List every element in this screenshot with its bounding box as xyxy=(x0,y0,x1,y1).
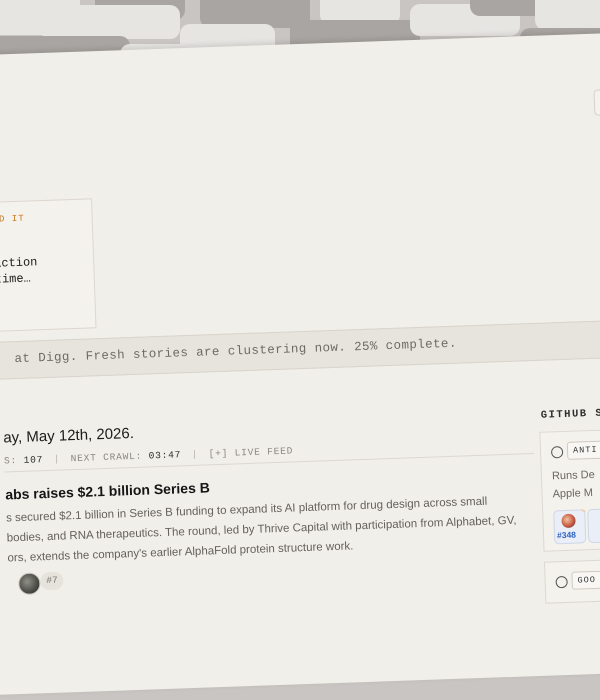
live-feed-toggle[interactable]: [+] LIVE FEED xyxy=(208,445,293,459)
feed-date: ay, May 12th, 2026. xyxy=(2,424,135,447)
github-section-heading: GITHUB S xyxy=(540,407,600,422)
github-repo-card[interactable]: ANTI Runs De Apple M ★ #348 xyxy=(539,427,600,552)
stories-count: 107 xyxy=(23,454,44,466)
summary-line: s xyxy=(0,241,1,255)
summary-line: action xyxy=(0,255,38,271)
pull-request-chip[interactable] xyxy=(587,508,600,544)
story-title[interactable]: abs raises $2.1 billion Series B xyxy=(5,479,210,502)
summary-card[interactable]: ED IT s action time… xyxy=(0,198,97,332)
next-crawl-timer: 03:47 xyxy=(148,449,182,462)
next-crawl-label: NEXT CRAWL: xyxy=(70,450,143,465)
repo-tag: ANTI xyxy=(566,440,600,460)
repo-description-line: Apple M xyxy=(552,486,594,501)
contributor-avatar xyxy=(561,513,576,529)
github-repo-card[interactable]: GOO xyxy=(543,557,600,604)
summary-line: time… xyxy=(0,271,32,287)
page-sheet: ED IT s action time… at Digg. Fresh stor… xyxy=(0,29,600,700)
source-avatar xyxy=(18,572,41,596)
pull-request-chip[interactable]: #348 xyxy=(553,509,587,545)
status-text: at Digg. Fresh stories are clustering no… xyxy=(14,336,457,367)
repo-tag: GOO xyxy=(571,570,600,590)
story-rank-badge: #7 xyxy=(40,571,65,591)
repo-description-line: Runs De xyxy=(551,468,595,483)
github-icon xyxy=(550,446,564,459)
pull-request-number: #348 xyxy=(556,529,577,541)
summary-kicker: ED IT xyxy=(0,213,25,225)
story-summary-line: ors, extends the company's earlier Alpha… xyxy=(7,540,354,565)
github-icon xyxy=(555,575,568,589)
stories-label: S: xyxy=(3,455,18,467)
corner-button[interactable] xyxy=(593,89,600,116)
